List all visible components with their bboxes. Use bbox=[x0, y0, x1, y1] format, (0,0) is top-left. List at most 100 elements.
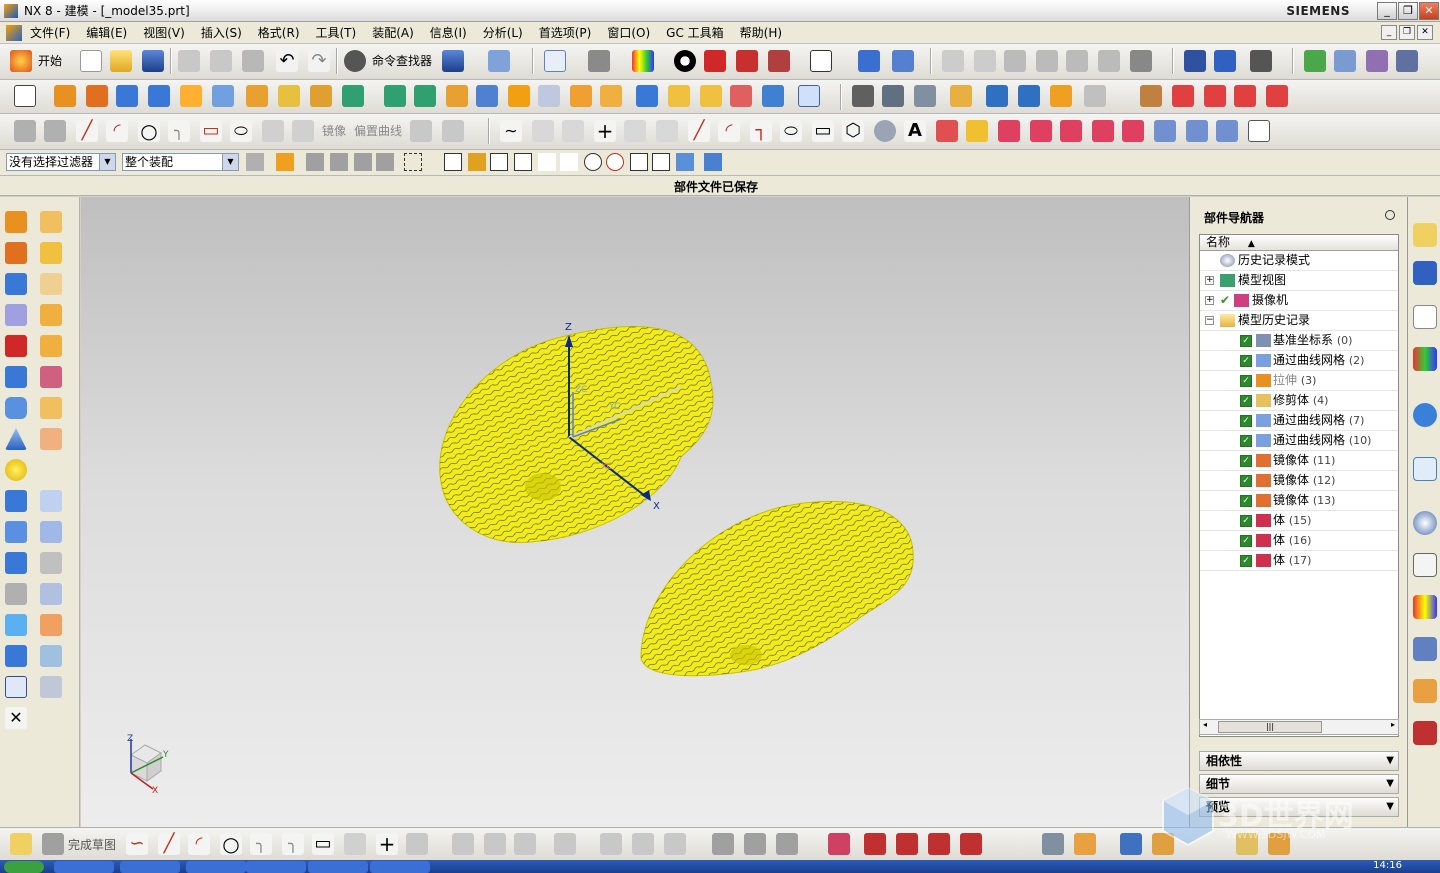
utility-bottom-icon-5[interactable] bbox=[1268, 833, 1290, 855]
utility-bottom-icon-2[interactable] bbox=[1120, 833, 1142, 855]
bridge-curve-icon[interactable] bbox=[966, 120, 988, 142]
trim-body-icon[interactable] bbox=[446, 85, 468, 107]
constraint-navigator-icon[interactable] bbox=[1413, 261, 1437, 285]
tag-icon[interactable] bbox=[950, 85, 972, 107]
feature-checkbox[interactable]: ✓ bbox=[1240, 455, 1252, 467]
circle-icon[interactable]: ○ bbox=[138, 120, 160, 142]
expand-icon[interactable]: + bbox=[1205, 296, 1214, 305]
curve-icon-4[interactable] bbox=[1266, 85, 1288, 107]
history-palette-icon[interactable] bbox=[1413, 457, 1437, 481]
update-bottom-icon[interactable] bbox=[744, 833, 766, 855]
trim-bottom-icon[interactable] bbox=[452, 833, 474, 855]
web-browser-icon[interactable] bbox=[1413, 403, 1437, 427]
tree-node-model-views[interactable]: + 模型视图 bbox=[1200, 271, 1398, 291]
selection-tool-icon[interactable] bbox=[488, 50, 510, 72]
expand-icon[interactable]: + bbox=[1205, 276, 1214, 285]
save-icon[interactable] bbox=[142, 50, 164, 72]
sketch-icon[interactable] bbox=[14, 85, 36, 107]
select-icon-2[interactable] bbox=[306, 153, 324, 171]
rectangle-bottom-icon[interactable]: ▭ bbox=[312, 833, 334, 855]
history-clock-icon[interactable] bbox=[1413, 511, 1437, 535]
corner-bottom-icon[interactable] bbox=[514, 833, 536, 855]
text-icon[interactable]: A bbox=[904, 120, 926, 142]
name-column-header[interactable]: 名称 ▲ bbox=[1200, 235, 1398, 251]
datum-csys-icon[interactable] bbox=[656, 120, 678, 142]
surface-left-icon-8[interactable] bbox=[40, 428, 62, 450]
offset-bottom-icon[interactable] bbox=[406, 833, 428, 855]
dependencies-section[interactable]: 相依性 ▼ bbox=[1199, 751, 1399, 771]
intersect-curve-icon[interactable] bbox=[1030, 120, 1052, 142]
end-point-icon[interactable] bbox=[490, 153, 508, 171]
process-studio-icon[interactable] bbox=[1413, 637, 1437, 661]
tree-feature-row[interactable]: ✓ 修剪体 (4) bbox=[1200, 391, 1398, 411]
point-set-icon[interactable] bbox=[624, 120, 646, 142]
edge-display-icon[interactable] bbox=[736, 50, 758, 72]
delay-bottom-icon[interactable] bbox=[776, 833, 798, 855]
copy-icon[interactable] bbox=[210, 50, 232, 72]
redo-icon[interactable]: ↷ bbox=[308, 50, 330, 72]
dimension-bottom-icon[interactable] bbox=[554, 833, 576, 855]
ellipse-icon[interactable]: ⬭ bbox=[230, 120, 252, 142]
sketch-bottom-icon[interactable] bbox=[10, 833, 32, 855]
extend-bottom-icon[interactable] bbox=[484, 833, 506, 855]
cube-small-left-icon[interactable] bbox=[5, 490, 27, 512]
undo-icon[interactable]: ↶ bbox=[276, 50, 298, 72]
studio-spline-icon[interactable] bbox=[532, 120, 554, 142]
visualization-icon[interactable] bbox=[1413, 595, 1437, 619]
animate-bottom-icon[interactable] bbox=[896, 833, 918, 855]
relations-bottom-icon[interactable] bbox=[960, 833, 982, 855]
rectangle-icon[interactable]: ▭ bbox=[200, 120, 222, 142]
pin-icon[interactable] bbox=[1385, 210, 1395, 220]
select-icon-3[interactable] bbox=[330, 153, 348, 171]
mesh-left-icon-5[interactable] bbox=[40, 614, 62, 636]
sketch-tool-icon-1[interactable] bbox=[14, 120, 36, 142]
feature-checkbox[interactable]: ✓ bbox=[1240, 515, 1252, 527]
color-palette-icon[interactable] bbox=[632, 50, 654, 72]
mesh-left-icon-2[interactable] bbox=[40, 521, 62, 543]
point-on-surface-icon[interactable] bbox=[676, 153, 694, 171]
tree-feature-row[interactable]: ✓ 通过曲线网格 (2) bbox=[1200, 351, 1398, 371]
taskbar-app-6[interactable] bbox=[370, 861, 430, 873]
taskbar-app-3[interactable] bbox=[186, 861, 246, 873]
taskbar-app-2[interactable] bbox=[120, 861, 180, 873]
cylinder-left-icon[interactable] bbox=[5, 397, 27, 419]
menu-preferences[interactable]: 首选项(P) bbox=[531, 24, 600, 41]
start-button[interactable]: 开始 bbox=[38, 52, 62, 69]
new-file-icon[interactable] bbox=[80, 50, 102, 72]
arc-icon[interactable]: ◜ bbox=[106, 120, 128, 142]
alternate-bottom-icon[interactable] bbox=[864, 833, 886, 855]
finish-sketch-button[interactable]: 完成草图 bbox=[68, 836, 116, 853]
start-icon[interactable] bbox=[10, 50, 32, 72]
feature-checkbox[interactable]: ✓ bbox=[1240, 335, 1252, 347]
cross-point-icon[interactable]: + bbox=[594, 120, 616, 142]
feature-checkbox[interactable]: ✓ bbox=[1240, 375, 1252, 387]
preview-section[interactable]: 预览 ▼ bbox=[1199, 797, 1399, 817]
part-navigator-icon[interactable] bbox=[1413, 305, 1437, 329]
utility-bottom-icon-4[interactable] bbox=[1236, 833, 1258, 855]
intersect-icon[interactable] bbox=[414, 85, 436, 107]
wire-cube-left-icon[interactable] bbox=[5, 676, 27, 698]
offset-curve-label[interactable]: 偏置曲线 bbox=[354, 122, 402, 139]
cube-left-icon[interactable] bbox=[5, 366, 27, 388]
chamfer-icon[interactable] bbox=[538, 85, 560, 107]
sew-icon[interactable] bbox=[476, 85, 498, 107]
edge-blend-icon[interactable] bbox=[508, 85, 530, 107]
tree-feature-row[interactable]: ✓ 通过曲线网格 (10) bbox=[1200, 431, 1398, 451]
feature-checkbox[interactable]: ✓ bbox=[1240, 495, 1252, 507]
scroll-right-icon[interactable]: ▸ bbox=[1391, 720, 1395, 729]
revolve-left-icon[interactable] bbox=[5, 242, 27, 264]
layer-icon[interactable] bbox=[882, 85, 904, 107]
navigator-horizontal-scrollbar[interactable]: ◂ ||| ▸ bbox=[1199, 719, 1399, 735]
filter-reset-icon[interactable] bbox=[246, 153, 264, 171]
menu-file[interactable]: 文件(F) bbox=[22, 24, 78, 41]
general-select-icon[interactable] bbox=[276, 153, 294, 171]
unite-icon[interactable] bbox=[342, 85, 364, 107]
show-constraints-bottom-icon[interactable] bbox=[664, 833, 686, 855]
cylinder-icon[interactable] bbox=[148, 85, 170, 107]
rect-curve-icon[interactable]: ▭ bbox=[812, 120, 834, 142]
command-finder-button[interactable]: 命令查找器 bbox=[372, 52, 432, 69]
link-icon[interactable] bbox=[1018, 85, 1040, 107]
fillet-icon[interactable]: ╮ bbox=[168, 120, 190, 142]
tree-feature-row[interactable]: ✓ 镜像体 (12) bbox=[1200, 471, 1398, 491]
details-section[interactable]: 细节 ▼ bbox=[1199, 774, 1399, 794]
